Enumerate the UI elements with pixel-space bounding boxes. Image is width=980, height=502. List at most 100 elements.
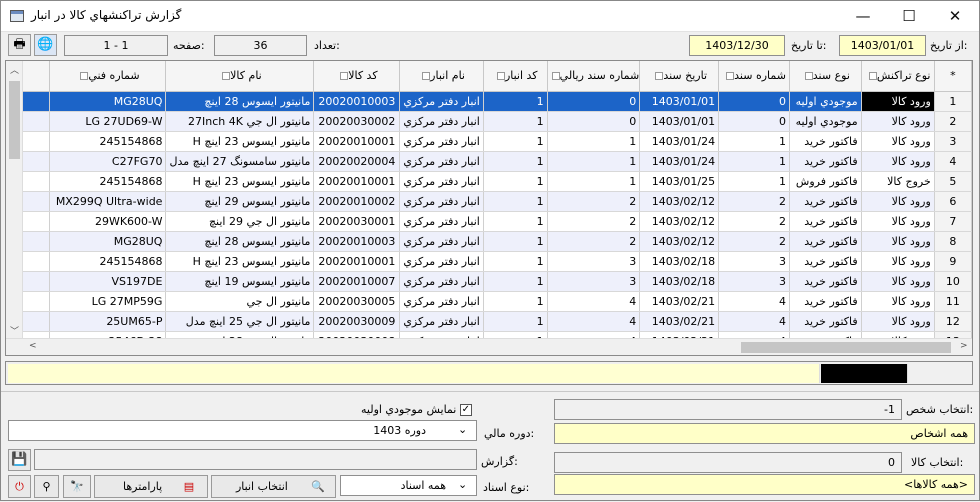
col-item-name-cell[interactable]: مانيتور ايسوس 29 اينچ bbox=[165, 191, 315, 212]
minimize-button[interactable]: — bbox=[840, 1, 886, 32]
item-input[interactable]: 0 bbox=[554, 452, 902, 473]
col-rial-doc-no-cell[interactable]: 2 bbox=[547, 231, 641, 252]
transactions-grid[interactable]: شماره فني نام کالا کد کالا نام انبار کد انبا… bbox=[5, 60, 973, 356]
col-rial-doc-no-cell[interactable]: 2 bbox=[547, 211, 641, 232]
col-transaction-type-cell[interactable]: ورود کالا bbox=[861, 111, 935, 132]
scroll-right-icon[interactable]: > bbox=[960, 341, 968, 351]
filter-clear-icon[interactable]: ⚲ bbox=[34, 475, 59, 498]
col-doc-date-cell[interactable]: 1403/01/25 bbox=[639, 171, 720, 192]
col-item-name-cell[interactable]: مانيتور ايسوس 28 اينچ bbox=[165, 231, 315, 252]
globe-icon[interactable]: 🌐 bbox=[34, 34, 57, 56]
person-input[interactable]: -1 bbox=[554, 399, 902, 420]
parameters-button[interactable]: پارامترها ▤ bbox=[94, 475, 208, 498]
col-item-code-cell[interactable]: 20020010003 bbox=[313, 231, 401, 252]
col-item-code-header[interactable]: کد کالا bbox=[313, 61, 401, 92]
col-tech-no-header[interactable]: شماره فني bbox=[49, 61, 167, 92]
col-rial-doc-no-cell[interactable]: 0 bbox=[547, 91, 641, 112]
col-item-code-cell[interactable]: 20020030001 bbox=[313, 211, 401, 232]
table-row[interactable]: 245154868 مانيتور ايسوس 23 اينچ H 20020010… bbox=[6, 131, 972, 152]
col-item-code-cell[interactable]: 20020030002 bbox=[313, 111, 401, 132]
col-item-code-cell[interactable]: 20020030005 bbox=[313, 291, 401, 312]
col-item-name-cell[interactable]: مانيتور ايسوس 23 اينچ H bbox=[165, 171, 315, 192]
column-filter-checkbox[interactable] bbox=[222, 72, 231, 81]
table-row[interactable]: MG28UQ مانيتور ايسوس 28 اينچ 20020010003 ان… bbox=[6, 231, 972, 252]
col-doc-date-cell[interactable]: 1403/01/24 bbox=[639, 131, 720, 152]
col-item-code-cell[interactable]: 20020010002 bbox=[313, 191, 401, 212]
col-doc-date-cell[interactable]: 1403/02/21 bbox=[639, 291, 720, 312]
col-rial-doc-no-cell[interactable]: 3 bbox=[547, 251, 641, 272]
col-doc-date-cell[interactable]: 1403/01/24 bbox=[639, 151, 720, 172]
table-row[interactable]: VS197DE مانيتور ايسوس 19 اينچ 20020010007 ا… bbox=[6, 271, 972, 292]
col-rial-doc-no-cell[interactable]: 4 bbox=[547, 291, 641, 312]
col-tech-no-cell[interactable]: MG28UQ bbox=[49, 91, 167, 112]
col-item-name-cell[interactable]: مانيتور ال جي 27Inch 4K bbox=[165, 111, 315, 132]
col-item-code-cell[interactable]: 20020010001 bbox=[313, 251, 401, 272]
col-row-index-cell[interactable]: 7 bbox=[934, 211, 972, 232]
item-all-field[interactable]: <همه کالاها> bbox=[554, 474, 975, 495]
col-doc-type-cell[interactable]: فاکتور خريد bbox=[789, 271, 862, 292]
col-rial-doc-no-cell[interactable]: 4 bbox=[547, 311, 641, 332]
col-rial-doc-no-header[interactable]: شماره سند ريالي bbox=[547, 61, 641, 92]
col-row-index-header[interactable]: * bbox=[934, 61, 972, 92]
col-doc-date-cell[interactable]: 1403/02/21 bbox=[639, 311, 720, 332]
table-row[interactable]: MG28UQ مانيتور ايسوس 28 اينچ 20020010003 ان… bbox=[6, 91, 972, 112]
col-row-index-cell[interactable]: 1 bbox=[934, 91, 972, 112]
col-warehouse-code-cell[interactable]: 1 bbox=[483, 191, 548, 212]
col-doc-date-cell[interactable]: 1403/01/01 bbox=[639, 111, 720, 132]
exit-icon[interactable]: ⏻ bbox=[8, 475, 31, 498]
col-doc-date-cell[interactable]: 1403/02/18 bbox=[639, 251, 720, 272]
col-rial-doc-no-cell[interactable]: 1 bbox=[547, 151, 641, 172]
col-warehouse-name-cell[interactable]: انبار دفتر مرکزي bbox=[399, 111, 484, 132]
col-row-index-cell[interactable]: 3 bbox=[934, 131, 972, 152]
col-warehouse-name-cell[interactable]: انبار دفتر مرکزي bbox=[399, 211, 484, 232]
col-doc-type-cell[interactable]: فاکتور خريد bbox=[789, 151, 862, 172]
col-item-code-cell[interactable]: 20020010001 bbox=[313, 131, 401, 152]
col-rial-doc-no-cell[interactable]: 3 bbox=[547, 271, 641, 292]
vertical-scroll-thumb[interactable] bbox=[9, 81, 20, 159]
period-select[interactable]: دوره 1403 bbox=[8, 420, 477, 441]
col-warehouse-code-cell[interactable]: 1 bbox=[483, 151, 548, 172]
col-doc-date-cell[interactable]: 1403/02/12 bbox=[639, 211, 720, 232]
col-doc-no-cell[interactable]: 3 bbox=[718, 271, 791, 292]
col-doc-no-cell[interactable]: 1 bbox=[718, 131, 791, 152]
col-rial-doc-no-cell[interactable]: 0 bbox=[547, 111, 641, 132]
print-icon[interactable]: 🖶 bbox=[8, 34, 31, 56]
column-filter-checkbox[interactable] bbox=[496, 72, 505, 81]
col-tech-no-cell[interactable]: VS197DE bbox=[49, 271, 167, 292]
col-item-name-cell[interactable]: مانيتور ايسوس 23 اينچ H bbox=[165, 251, 315, 272]
col-item-name-cell[interactable]: مانيتور ايسوس 23 اينچ H bbox=[165, 131, 315, 152]
col-warehouse-name-cell[interactable]: انبار دفتر مرکزي bbox=[399, 231, 484, 252]
doc-type-chevron-icon[interactable]: ⌄ bbox=[458, 478, 467, 491]
col-item-name-cell[interactable]: مانيتور سامسونگ 27 اينچ مدل bbox=[165, 151, 315, 172]
col-transaction-type-cell[interactable]: ورود کالا bbox=[861, 291, 935, 312]
col-warehouse-code-cell[interactable]: 1 bbox=[483, 311, 548, 332]
table-row[interactable]: LG 27UD69-W مانيتور ال جي 27Inch 4K 200200… bbox=[6, 111, 972, 132]
col-doc-no-header[interactable]: شماره سند bbox=[718, 61, 791, 92]
maximize-button[interactable]: ☐ bbox=[886, 1, 932, 32]
col-warehouse-name-cell[interactable]: انبار دفتر مرکزي bbox=[399, 191, 484, 212]
col-warehouse-code-cell[interactable]: 1 bbox=[483, 251, 548, 272]
col-warehouse-name-cell[interactable]: انبار دفتر مرکزي bbox=[399, 91, 484, 112]
vertical-scrollbar[interactable]: ︿ ﹀ bbox=[6, 61, 23, 339]
col-doc-type-cell[interactable]: فاکتور خريد bbox=[789, 291, 862, 312]
horizontal-scroll-thumb[interactable] bbox=[741, 342, 951, 353]
col-warehouse-code-cell[interactable]: 1 bbox=[483, 291, 548, 312]
column-filter-checkbox[interactable] bbox=[422, 72, 431, 81]
col-tech-no-cell[interactable]: 29WK600-W bbox=[49, 211, 167, 232]
col-row-index-cell[interactable]: 4 bbox=[934, 151, 972, 172]
col-warehouse-code-cell[interactable]: 1 bbox=[483, 131, 548, 152]
col-rial-doc-no-cell[interactable]: 1 bbox=[547, 131, 641, 152]
col-doc-no-cell[interactable]: 0 bbox=[718, 91, 791, 112]
col-item-name-cell[interactable]: مانيتور ال جي 29 اينچ bbox=[165, 211, 315, 232]
col-warehouse-name-cell[interactable]: انبار دفتر مرکزي bbox=[399, 251, 484, 272]
col-doc-type-header[interactable]: نوع سند bbox=[789, 61, 862, 92]
col-transaction-type-cell[interactable]: ورود کالا bbox=[861, 231, 935, 252]
col-transaction-type-cell[interactable]: ورود کالا bbox=[861, 131, 935, 152]
col-doc-date-cell[interactable]: 1403/01/01 bbox=[639, 91, 720, 112]
col-tech-no-cell[interactable]: LG 27MP59G bbox=[49, 291, 167, 312]
col-doc-type-cell[interactable]: موجودي اوليه bbox=[789, 111, 862, 132]
col-item-name-cell[interactable]: مانيتور ال جي 25 اينچ مدل bbox=[165, 311, 315, 332]
col-transaction-type-cell[interactable]: ورود کالا bbox=[861, 191, 935, 212]
scroll-left-icon[interactable]: < bbox=[29, 341, 37, 351]
col-transaction-type-cell[interactable]: ورود کالا bbox=[861, 271, 935, 292]
